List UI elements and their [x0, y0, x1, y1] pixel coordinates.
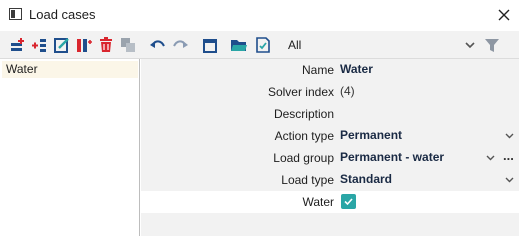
load-group-value[interactable]: Permanent - water	[340, 150, 444, 164]
water-checkbox[interactable]	[341, 194, 356, 209]
chevron-down-icon[interactable]	[505, 131, 514, 140]
delete-icon	[100, 37, 112, 52]
title-bar: Load cases	[0, 0, 519, 30]
filter-button[interactable]	[483, 36, 501, 54]
window-icon	[9, 8, 22, 20]
chevron-down-icon	[465, 42, 475, 49]
close-button[interactable]	[492, 3, 516, 27]
property-grid: Name Water Solver index (4) Description …	[141, 59, 519, 236]
solver-index-value: (4)	[340, 84, 355, 98]
filter-dropdown-value[interactable]: All	[288, 38, 301, 52]
window-title: Load cases	[29, 7, 96, 22]
insert-load-case-icon	[32, 39, 46, 52]
edit-icon	[54, 38, 69, 53]
copy-icon	[77, 39, 92, 52]
redo-icon	[173, 40, 188, 48]
property-row-description[interactable]: Description	[141, 103, 519, 125]
print-icon	[203, 39, 217, 53]
property-row-load-group[interactable]: Load group Permanent - water ...	[141, 147, 519, 169]
toolbar: All	[0, 31, 519, 59]
chevron-down-icon[interactable]	[486, 153, 495, 162]
undo-icon	[150, 40, 165, 48]
load-case-list: Water	[0, 59, 140, 236]
chevron-down-icon[interactable]	[505, 175, 514, 184]
insert-load-case-button[interactable]	[31, 36, 49, 54]
duplicate-icon	[121, 38, 135, 52]
list-item-water[interactable]: Water	[2, 61, 138, 78]
load-group-label: Load group	[273, 151, 334, 165]
name-label: Name	[301, 63, 334, 77]
property-row-load-type[interactable]: Load type Standard	[141, 169, 519, 191]
check-icon	[344, 198, 353, 206]
funnel-icon	[485, 39, 499, 52]
new-load-case-button[interactable]	[9, 36, 27, 54]
print-button[interactable]	[201, 36, 219, 54]
open-folder-button[interactable]	[230, 36, 248, 54]
load-type-label: Load type	[281, 173, 334, 187]
undo-button[interactable]	[149, 36, 167, 54]
property-row-name[interactable]: Name Water	[141, 59, 519, 81]
property-row-action-type[interactable]: Action type Permanent	[141, 125, 519, 147]
solver-index-label: Solver index	[267, 85, 334, 99]
property-row-water[interactable]: Water	[141, 191, 519, 213]
edit-button[interactable]	[53, 36, 71, 54]
filter-dropdown-button[interactable]	[462, 36, 478, 54]
name-value[interactable]: Water	[340, 62, 373, 76]
property-row-solver-index: Solver index (4)	[141, 81, 519, 103]
open-folder-icon	[231, 40, 247, 51]
load-group-more-button[interactable]: ...	[503, 148, 514, 163]
water-label: Water	[302, 195, 334, 209]
action-type-value[interactable]: Permanent	[340, 128, 402, 142]
duplicate-button[interactable]	[119, 36, 137, 54]
description-label: Description	[273, 107, 334, 121]
delete-button[interactable]	[97, 36, 115, 54]
new-load-case-icon	[11, 38, 24, 51]
load-type-value[interactable]: Standard	[340, 172, 392, 186]
redo-button[interactable]	[171, 36, 189, 54]
save-button[interactable]	[254, 36, 272, 54]
action-type-label: Action type	[274, 129, 334, 143]
load-cases-window: Load cases All Water Name Water Solver i…	[0, 0, 519, 236]
save-icon	[256, 37, 270, 53]
close-icon	[498, 9, 510, 21]
copy-button[interactable]	[75, 36, 93, 54]
